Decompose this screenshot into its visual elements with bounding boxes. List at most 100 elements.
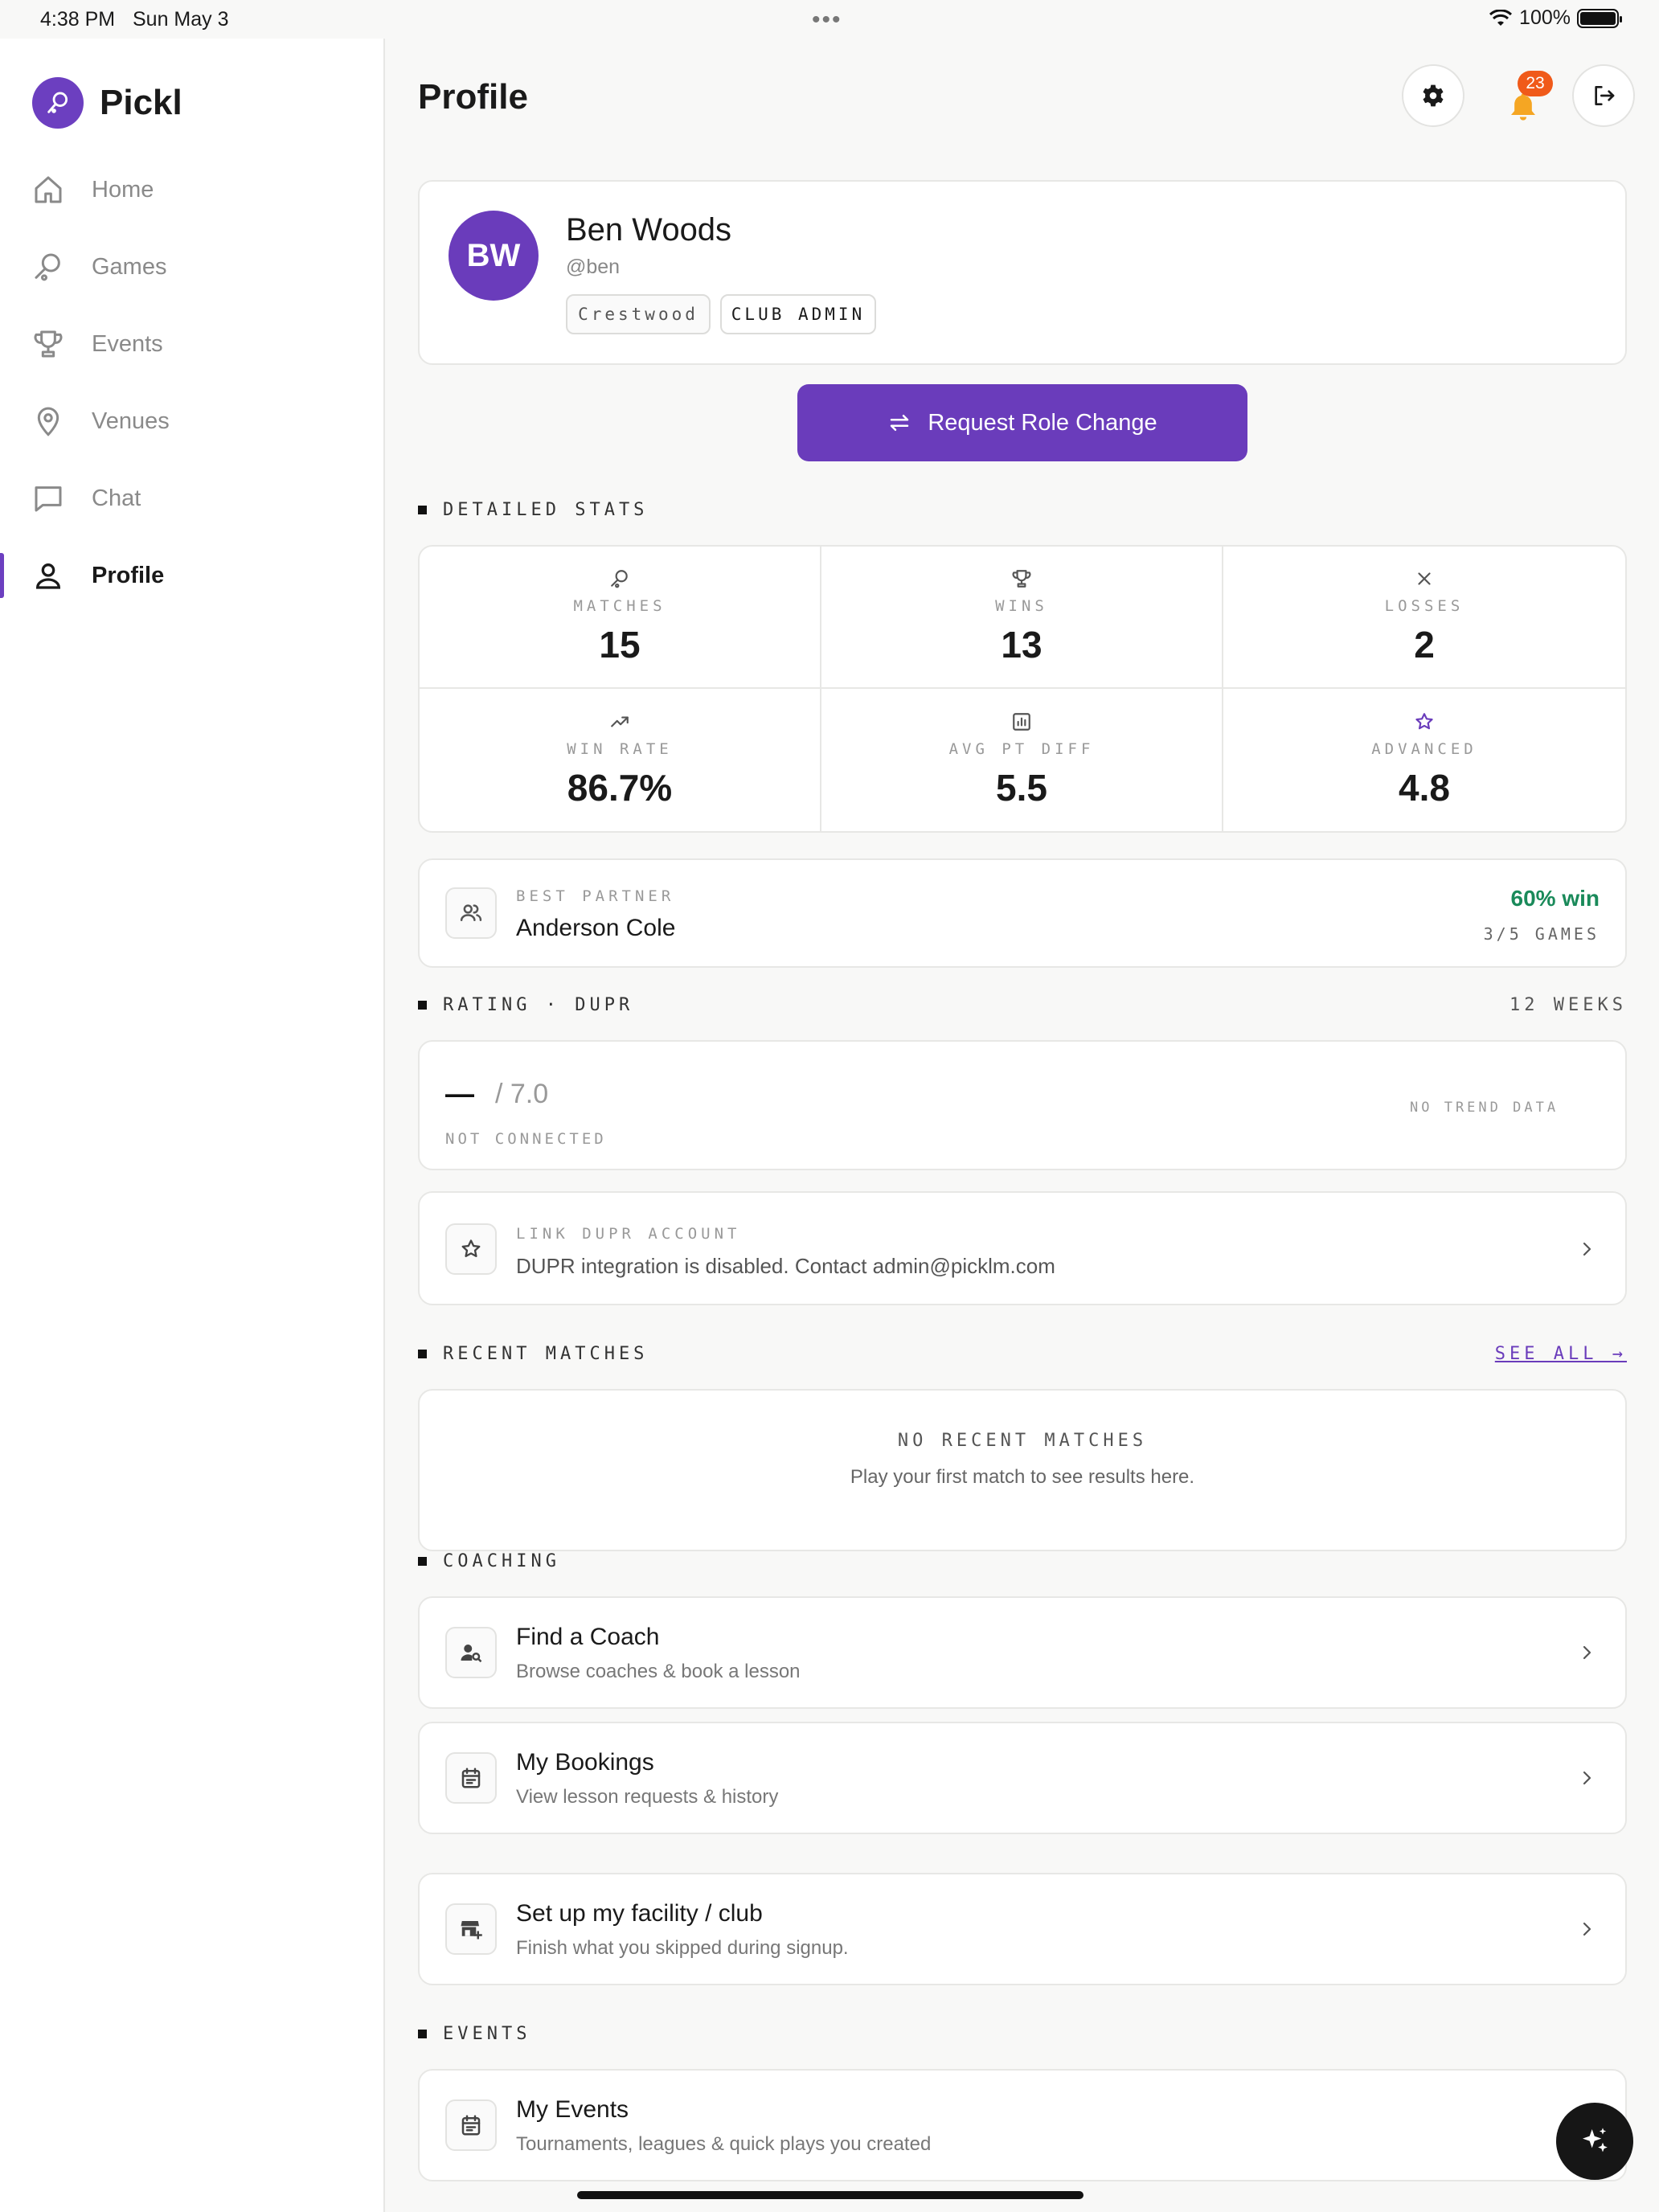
- status-date: Sun May 3: [133, 8, 229, 31]
- section-title: DETAILED STATS: [443, 500, 649, 520]
- rating-status: NOT CONNECTED: [445, 1130, 607, 1148]
- sidebar-item-home[interactable]: Home: [0, 151, 383, 228]
- role-tag: CLUB ADMIN: [720, 294, 876, 334]
- my-bookings-subtitle: View lesson requests & history: [516, 1786, 779, 1808]
- user-icon: [35, 563, 61, 589]
- pickl-logo-icon: [32, 77, 84, 129]
- sidebar-item-label: Events: [92, 330, 163, 357]
- page-title: Profile: [418, 77, 528, 117]
- settings-button[interactable]: [1402, 64, 1464, 127]
- see-all-link[interactable]: SEE ALL →: [1495, 1344, 1627, 1364]
- home-indicator[interactable]: [577, 2191, 1083, 2199]
- request-role-change-label: Request Role Change: [928, 409, 1157, 436]
- stat-advanced: ADVANCED 4.8: [1223, 689, 1625, 831]
- stat-label: WINS: [995, 596, 1048, 615]
- stat-win-rate: WIN RATE 86.7%: [420, 689, 821, 831]
- stat-value: 15: [599, 623, 641, 666]
- best-partner-card[interactable]: BEST PARTNER Anderson Cole 60% win 3/5 G…: [418, 858, 1627, 968]
- profile-name: Ben Woods: [566, 212, 732, 248]
- sidebar-item-venues[interactable]: Venues: [0, 383, 383, 460]
- my-bookings-card[interactable]: My Bookings View lesson requests & histo…: [418, 1722, 1627, 1834]
- facility-setup-card[interactable]: Set up my facility / club Finish what yo…: [418, 1873, 1627, 1985]
- stat-label: ADVANCED: [1371, 739, 1477, 758]
- sidebar-item-profile[interactable]: Profile: [0, 537, 383, 614]
- stat-value: 86.7%: [567, 766, 673, 809]
- sidebar-item-label: Profile: [92, 562, 165, 588]
- stat-label: AVG PT DIFF: [948, 739, 1095, 758]
- facility-icon-box: [445, 1903, 497, 1955]
- sidebar-nav: Home Games Events Venues Chat Profile: [0, 151, 383, 614]
- find-coach-subtitle: Browse coaches & book a lesson: [516, 1661, 801, 1682]
- partner-games: 3/5 GAMES: [1483, 924, 1600, 944]
- sidebar-item-chat[interactable]: Chat: [0, 460, 383, 537]
- stat-label: LOSSES: [1384, 596, 1464, 615]
- paddle-icon: [611, 569, 628, 588]
- chevron-right-icon: [1583, 1645, 1591, 1660]
- brand[interactable]: Pickl: [32, 77, 182, 129]
- link-dupr-card[interactable]: LINK DUPR ACCOUNT DUPR integration is di…: [418, 1191, 1627, 1305]
- stats-grid: MATCHES 15 WINS 13 LOSSES 2 WIN RATE 86.…: [418, 545, 1627, 833]
- best-partner-label: BEST PARTNER: [516, 887, 675, 905]
- section-marker: [418, 1557, 427, 1566]
- status-bar: 4:38 PM Sun May 3 ••• 100%: [0, 0, 1659, 39]
- multitask-dots[interactable]: •••: [812, 6, 842, 34]
- stat-value: 2: [1414, 623, 1435, 666]
- section-marker: [418, 2030, 427, 2038]
- section-marker: [418, 1350, 427, 1358]
- profile-handle: @ben: [566, 256, 621, 278]
- sidebar-item-label: Venues: [92, 408, 170, 434]
- stat-value: 13: [1001, 623, 1043, 666]
- gear-icon: [1423, 84, 1444, 107]
- stat-label: MATCHES: [573, 596, 666, 615]
- trophy-icon: [34, 330, 63, 358]
- stat-label: WIN RATE: [567, 739, 673, 758]
- stat-avg-pt-diff: AVG PT DIFF 5.5: [821, 689, 1223, 831]
- avatar[interactable]: BW: [449, 211, 539, 301]
- stat-wins: WINS 13: [821, 547, 1223, 689]
- sidebar-item-label: Home: [92, 176, 154, 203]
- profile-card: BW Ben Woods @ben Crestwood CLUB ADMIN: [418, 180, 1627, 365]
- status-right: 100%: [1489, 6, 1622, 30]
- sidebar-item-games[interactable]: Games: [0, 228, 383, 305]
- chevron-right-icon: [1583, 1771, 1591, 1785]
- rating-value: —: [445, 1077, 474, 1110]
- calendar-icon: [461, 2115, 481, 2136]
- app-name: Pickl: [100, 83, 182, 122]
- my-events-title: My Events: [516, 2096, 629, 2123]
- sidebar-item-events[interactable]: Events: [0, 305, 383, 383]
- status-time: 4:38 PM: [40, 8, 116, 31]
- stat-value: 4.8: [1399, 766, 1450, 809]
- x-icon: [1418, 571, 1431, 585]
- events-heading: EVENTS: [418, 2024, 530, 2044]
- chevron-right-icon: [1583, 1242, 1591, 1256]
- bar-chart-icon: [1013, 712, 1030, 731]
- find-coach-card[interactable]: Find a Coach Browse coaches & book a les…: [418, 1596, 1627, 1709]
- stat-losses: LOSSES 2: [1223, 547, 1625, 689]
- detailed-stats-heading: DETAILED STATS: [418, 500, 648, 520]
- store-add-icon: [461, 1921, 482, 1940]
- partner-icon-box: [445, 887, 497, 939]
- section-marker: [418, 506, 427, 514]
- recent-matches-heading: RECENT MATCHES: [418, 1344, 648, 1364]
- home-icon: [35, 176, 62, 203]
- rating-heading: RATING · DUPR: [418, 995, 633, 1015]
- partner-win-pct: 60% win: [1510, 886, 1600, 911]
- sparkle-icon: [1583, 2128, 1608, 2153]
- bookings-icon-box: [445, 1752, 497, 1804]
- section-marker: [418, 1001, 427, 1010]
- battery-icon: [1577, 8, 1622, 28]
- ai-assistant-button[interactable]: [1556, 2103, 1633, 2180]
- recent-matches-card: NO RECENT MATCHES Play your first match …: [418, 1389, 1627, 1551]
- star-icon: [1415, 712, 1433, 729]
- link-dupr-label: LINK DUPR ACCOUNT: [516, 1225, 741, 1243]
- my-bookings-title: My Bookings: [516, 1749, 654, 1776]
- coaching-heading: COACHING: [418, 1551, 560, 1571]
- club-tag: Crestwood: [566, 294, 711, 334]
- paddle-icon: [35, 253, 60, 281]
- star-icon: [461, 1239, 481, 1258]
- rating-max: / 7.0: [495, 1079, 549, 1109]
- empty-title: NO RECENT MATCHES: [897, 1431, 1148, 1451]
- request-role-change-button[interactable]: Request Role Change: [797, 384, 1247, 461]
- logout-button[interactable]: [1572, 64, 1635, 127]
- my-events-card[interactable]: My Events Tournaments, leagues & quick p…: [418, 2069, 1627, 2181]
